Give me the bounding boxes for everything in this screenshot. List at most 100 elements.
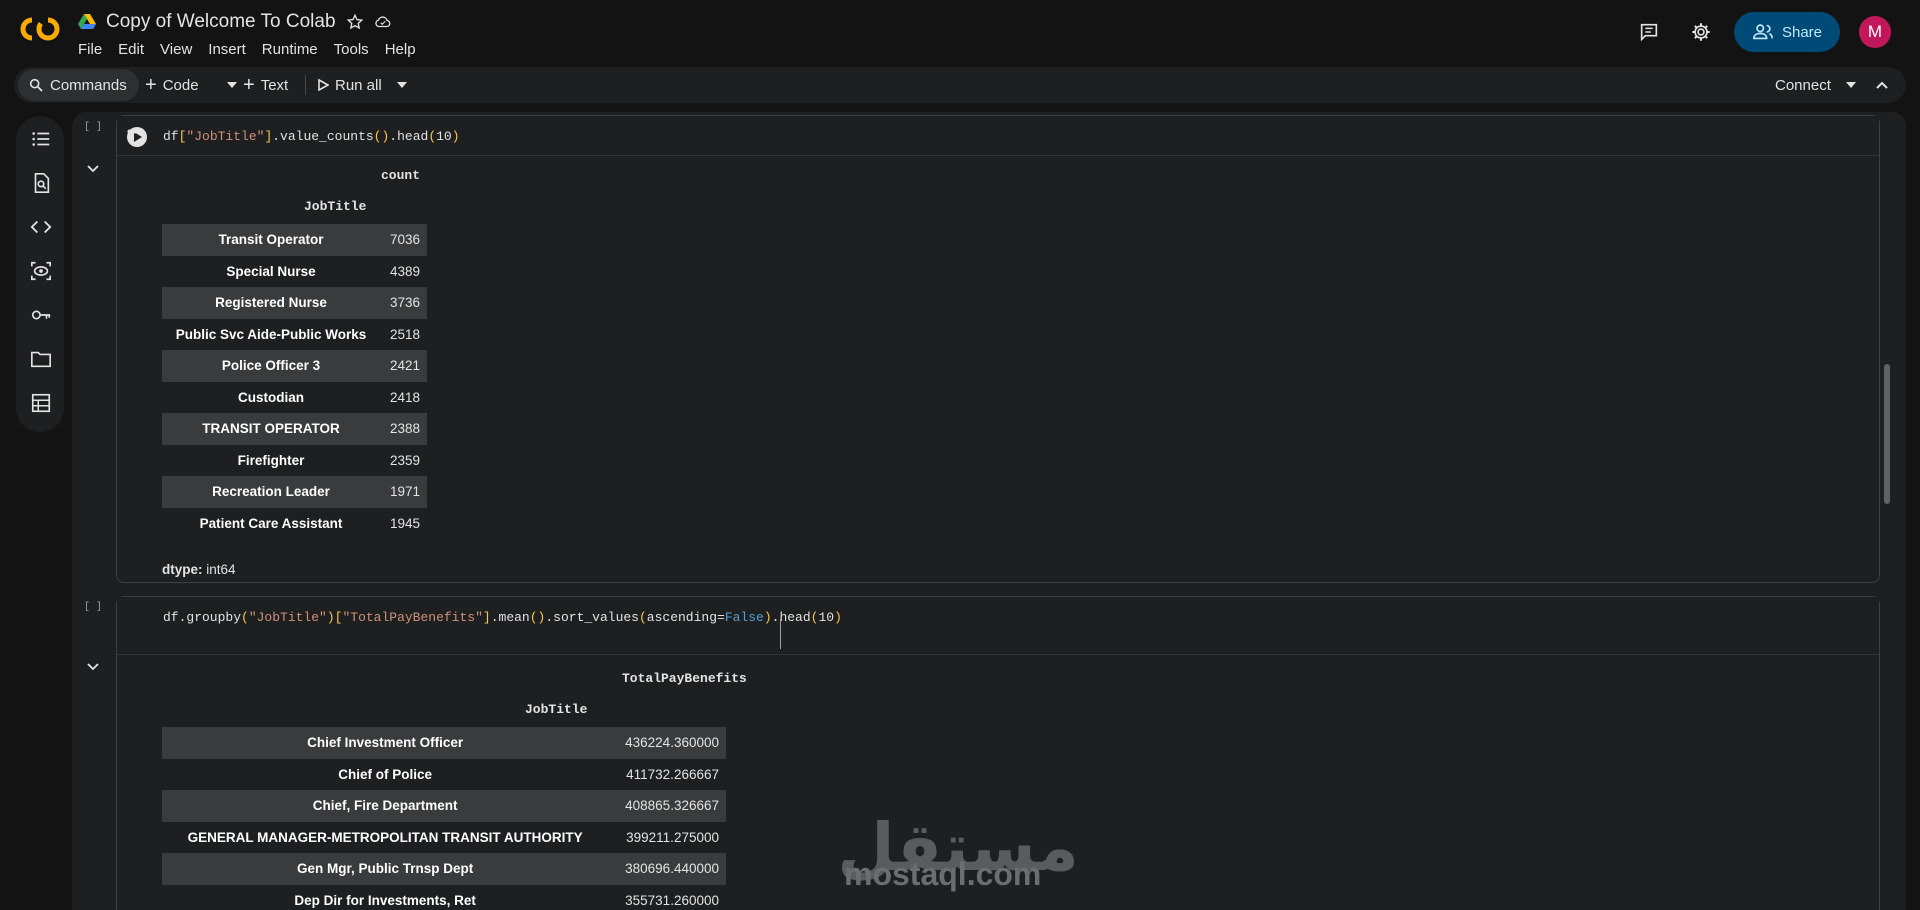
avatar[interactable]: M — [1859, 16, 1891, 48]
table-row: Chief Investment Officer 436224.360000 — [162, 727, 726, 759]
star-icon[interactable] — [346, 13, 364, 31]
row-label: Dep Dir for Investments, Ret — [294, 892, 476, 908]
scrollbar-thumb[interactable] — [1884, 364, 1890, 504]
menu-insert[interactable]: Insert — [208, 41, 246, 58]
chevron-up-icon — [1876, 81, 1888, 89]
row-label: Police Officer 3 — [221, 358, 321, 374]
row-label: Firefighter — [237, 452, 305, 468]
table-row: Recreation Leader 1971 — [162, 476, 427, 508]
table-row: TRANSIT OPERATOR 2388 — [162, 413, 427, 445]
table-of-contents-icon[interactable] — [30, 128, 52, 150]
row-label: Transit Operator — [218, 232, 324, 248]
caret-down-icon — [1846, 82, 1856, 88]
dataframe-table: Chief Investment Officer 436224.360000 Chi… — [162, 727, 726, 910]
row-value: 380696.440000 — [625, 861, 719, 877]
row-label: Chief Investment Officer — [307, 735, 464, 751]
menu-edit[interactable]: Edit — [118, 41, 144, 58]
row-value: 1971 — [389, 484, 420, 500]
code-dropdown[interactable] — [227, 67, 237, 103]
run-all-button[interactable]: Run all — [317, 67, 382, 103]
caret-down-icon — [397, 82, 407, 88]
row-value: 436224.360000 — [625, 735, 719, 751]
code-editor[interactable]: df.groupby("JobTitle")["TotalPayBenefits… — [117, 597, 1879, 655]
code-text: df.groupby("JobTitle")["TotalPayBenefits… — [163, 610, 842, 625]
code-cell: df["JobTitle"].value_counts().head(10) •… — [116, 115, 1880, 583]
colab-logo[interactable] — [18, 14, 62, 44]
menu-tools[interactable]: Tools — [334, 41, 369, 58]
share-button[interactable]: Share — [1734, 12, 1840, 52]
collapse-header-button[interactable] — [1876, 67, 1888, 103]
table-row: Dep Dir for Investments, Ret 355731.26000… — [162, 885, 726, 910]
row-label: Gen Mgr, Public Trnsp Dept — [297, 861, 474, 877]
chevron-down-icon[interactable] — [86, 162, 100, 176]
table-row: Gen Mgr, Public Trnsp Dept 380696.440000 — [162, 853, 726, 885]
table-row: Patient Care Assistant 1945 — [162, 508, 427, 540]
notebook-title[interactable]: Copy of Welcome To Colab — [106, 11, 336, 33]
row-value: 408865.326667 — [625, 798, 719, 814]
add-code-label: Code — [162, 76, 199, 94]
run-all-dropdown[interactable] — [397, 67, 407, 103]
settings-button[interactable] — [1687, 18, 1715, 46]
connect-button[interactable]: Connect — [1775, 67, 1831, 103]
table-row: Public Svc Aide-Public Works 2518 — [162, 319, 427, 351]
menu-file[interactable]: File — [78, 41, 102, 58]
row-value: 1945 — [389, 515, 420, 531]
table-row: GENERAL MANAGER-METROPOLITAN TRANSIT AUT… — [162, 822, 726, 854]
table-row: Chief, Fire Department 408865.326667 — [162, 790, 726, 822]
index-header: JobTitle — [525, 702, 588, 717]
google-drive-icon — [78, 14, 96, 29]
left-sidebar — [16, 116, 64, 432]
dataframe-table: Transit Operator 7036 Special Nurse 4389 Reg… — [162, 224, 427, 539]
row-label: Chief of Police — [338, 766, 433, 782]
row-value: 2359 — [389, 452, 420, 468]
table-row: Transit Operator 7036 — [162, 224, 427, 256]
row-value: 399211.275000 — [626, 829, 719, 845]
row-label: Special Nurse — [226, 263, 316, 279]
toolbar-divider — [305, 75, 306, 95]
index-header: JobTitle — [304, 199, 367, 214]
search-icon — [29, 78, 43, 92]
column-header: TotalPayBenefits — [622, 671, 747, 686]
comments-button[interactable] — [1635, 18, 1663, 46]
key-icon[interactable] — [30, 304, 52, 326]
row-value: 3736 — [389, 295, 420, 311]
table-row: Firefighter 2359 — [162, 445, 427, 477]
code-snippets-icon[interactable] — [30, 216, 52, 238]
menu-help[interactable]: Help — [385, 41, 416, 58]
find-replace-icon[interactable] — [30, 172, 52, 194]
add-code-button[interactable]: + Code — [145, 67, 199, 103]
folder-icon[interactable] — [30, 348, 52, 370]
watermark-text: mostaql.com — [844, 856, 1042, 892]
comment-icon — [1640, 23, 1658, 42]
text-cursor — [780, 619, 781, 649]
connect-dropdown[interactable] — [1846, 67, 1856, 103]
menu-runtime[interactable]: Runtime — [262, 41, 318, 58]
table-row: Chief of Police 411732.266667 — [162, 759, 726, 791]
menu-bar: File Edit View Insert Runtime Tools Help — [78, 41, 432, 58]
variables-inspector-icon[interactable] — [30, 260, 52, 282]
cloud-saved-icon[interactable] — [374, 13, 392, 31]
menu-view[interactable]: View — [160, 41, 192, 58]
table-row: Police Officer 3 2421 — [162, 350, 427, 382]
row-label: Patient Care Assistant — [199, 515, 343, 531]
commands-button[interactable]: Commands — [18, 69, 139, 101]
column-header: count — [381, 168, 421, 183]
run-all-label: Run all — [335, 76, 382, 94]
app-header: Copy of Welcome To Colab File Edit View … — [0, 0, 1920, 62]
gear-icon — [1692, 23, 1710, 41]
table-row: Custodian 2418 — [162, 382, 427, 414]
data-table-icon[interactable] — [30, 392, 52, 414]
row-value: 7036 — [389, 232, 420, 248]
row-label: TRANSIT OPERATOR — [202, 421, 340, 437]
output-actions-menu[interactable]: ••• — [127, 123, 1889, 139]
caret-down-icon — [227, 82, 237, 88]
row-label: Custodian — [238, 389, 305, 405]
row-label: Recreation Leader — [212, 484, 330, 500]
add-text-button[interactable]: + Text — [243, 67, 288, 103]
row-label: Public Svc Aide-Public Works — [175, 326, 367, 342]
row-value: 2518 — [389, 326, 420, 342]
execution-count: [ ] — [84, 122, 103, 133]
chevron-down-icon[interactable] — [86, 660, 100, 674]
row-value: 411732.266667 — [626, 766, 719, 782]
row-value: 2388 — [389, 421, 420, 437]
